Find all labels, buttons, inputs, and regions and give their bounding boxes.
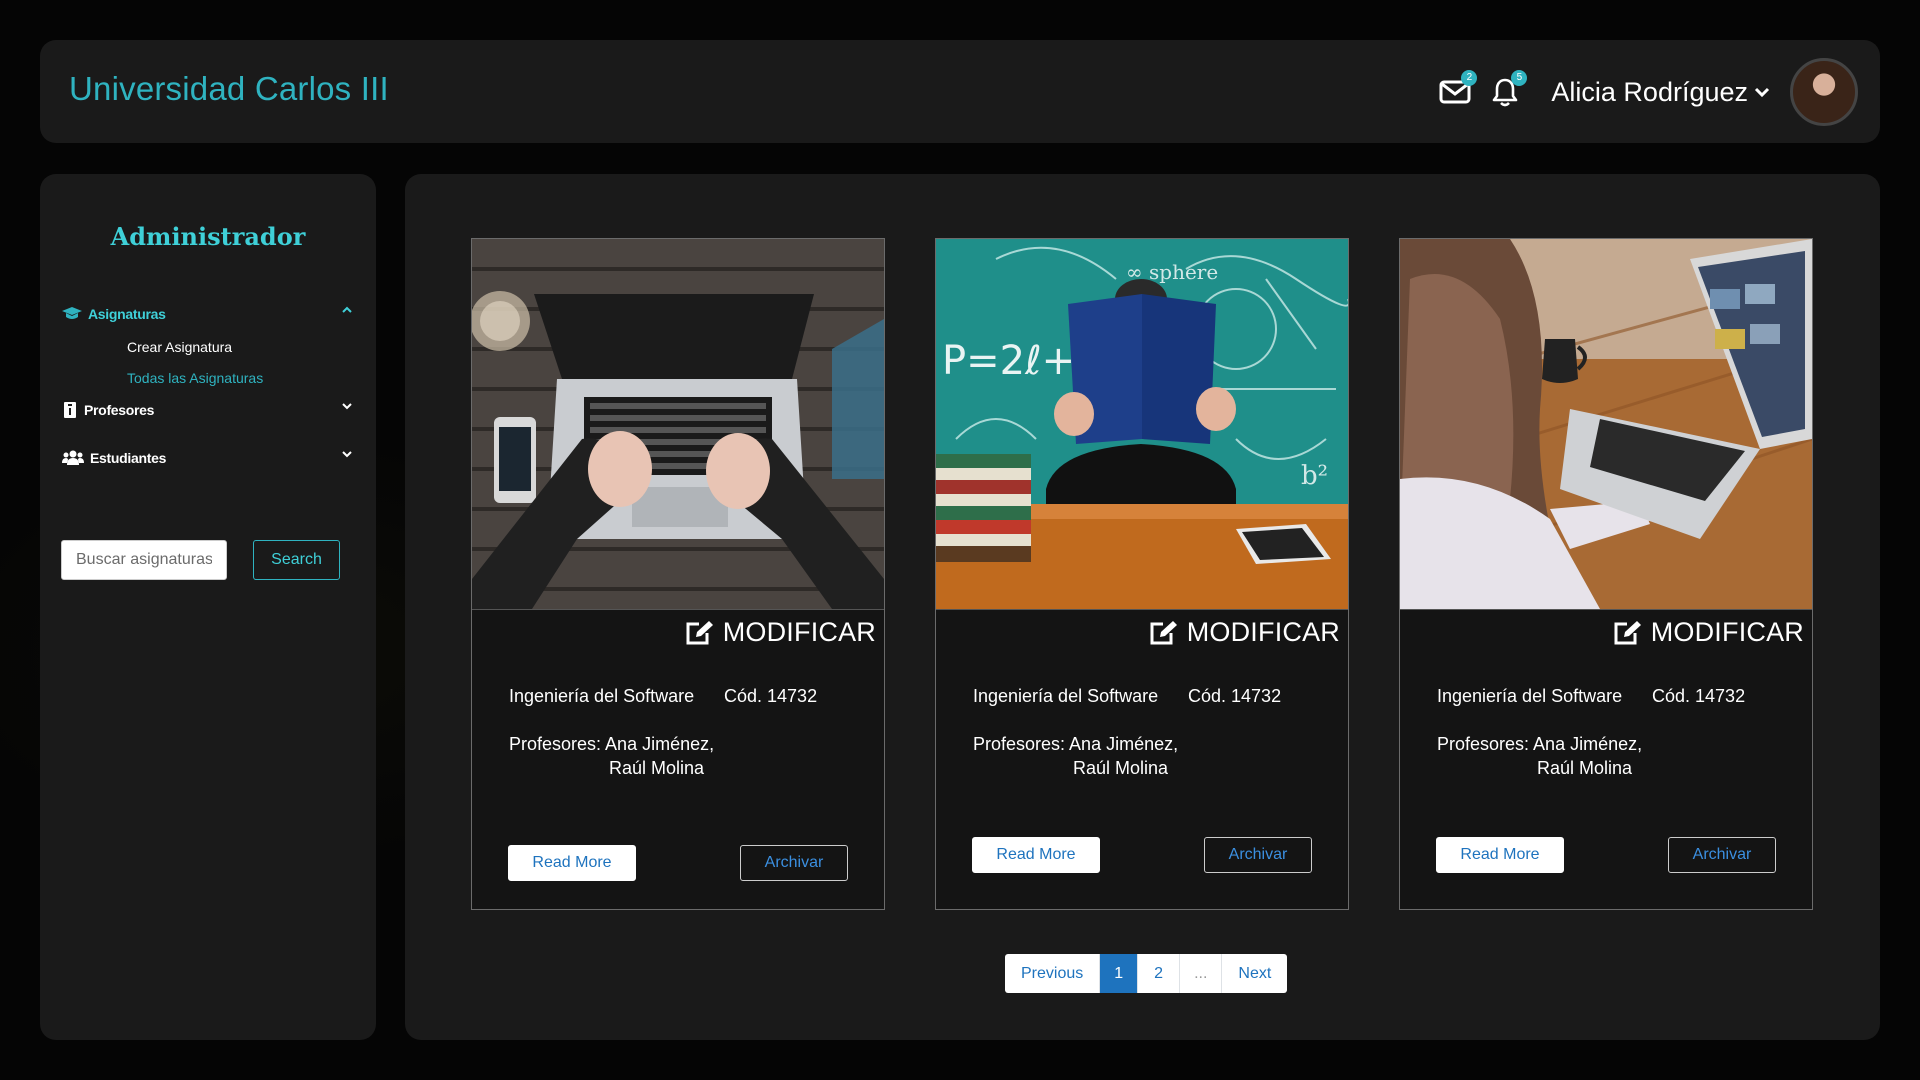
sidebar-subitem-todas-asignaturas[interactable]: Todas las Asignaturas bbox=[127, 370, 263, 386]
search-input[interactable] bbox=[61, 540, 227, 580]
edit-icon bbox=[1614, 620, 1641, 644]
course-professors: Profesores: Ana Jiménez, bbox=[973, 734, 1179, 754]
modify-label: MODIFICAR bbox=[1650, 617, 1804, 647]
course-image bbox=[1400, 239, 1812, 610]
sidebar-item-label: Estudiantes bbox=[90, 450, 167, 466]
chevron-down-icon[interactable] bbox=[1754, 86, 1770, 98]
user-name[interactable]: Alicia Rodríguez bbox=[1551, 77, 1748, 108]
archive-button[interactable]: Archivar bbox=[1668, 837, 1776, 873]
sidebar-item-label: Asignaturas bbox=[88, 306, 166, 322]
archive-button[interactable]: Archivar bbox=[740, 845, 848, 881]
course-professors: Profesores: Ana Jiménez, bbox=[1437, 734, 1643, 754]
course-card: P=2ℓ+ ∞ sphere b² MODIFICAR Ingeniería d… bbox=[935, 238, 1349, 910]
top-navbar: Universidad Carlos III 2 5 Alicia Rodríg… bbox=[40, 40, 1880, 143]
sidebar: Administrador Asignaturas Crear Asignatu… bbox=[40, 174, 376, 1040]
svg-text:b²: b² bbox=[1301, 461, 1328, 491]
edit-icon bbox=[1150, 620, 1177, 644]
users-icon bbox=[62, 450, 84, 465]
sidebar-subitem-crear-asignatura[interactable]: Crear Asignatura bbox=[127, 339, 232, 355]
person-reading-chalkboard-photo: P=2ℓ+ ∞ sphere b² bbox=[936, 239, 1348, 609]
read-more-button[interactable]: Read More bbox=[1436, 837, 1564, 873]
edit-icon bbox=[686, 620, 713, 644]
course-code: Cód. 14732 bbox=[1652, 686, 1746, 706]
modify-label: MODIFICAR bbox=[1186, 617, 1340, 647]
modify-button[interactable]: MODIFICAR bbox=[685, 617, 876, 648]
avatar[interactable] bbox=[1790, 58, 1858, 126]
chevron-down-icon[interactable] bbox=[342, 450, 352, 458]
pagination-previous[interactable]: Previous bbox=[1005, 954, 1101, 993]
woman-laptop-photo bbox=[1400, 239, 1812, 609]
pagination-next[interactable]: Next bbox=[1222, 954, 1287, 993]
graduation-cap-icon bbox=[62, 307, 82, 319]
chevron-up-icon[interactable] bbox=[342, 306, 352, 314]
sidebar-item-label: Profesores bbox=[84, 402, 155, 418]
modify-button[interactable]: MODIFICAR bbox=[1149, 617, 1340, 648]
course-professors-continued: Raúl Molina bbox=[1073, 758, 1169, 778]
course-image bbox=[472, 239, 884, 610]
course-name: Ingeniería del Software bbox=[1437, 686, 1623, 706]
archive-button[interactable]: Archivar bbox=[1204, 837, 1312, 873]
brand-title[interactable]: Universidad Carlos III bbox=[69, 70, 389, 108]
modify-label: MODIFICAR bbox=[722, 617, 876, 647]
course-code: Cód. 14732 bbox=[724, 686, 818, 706]
laptop-typing-photo bbox=[472, 239, 884, 609]
pagination-ellipsis: ... bbox=[1180, 954, 1223, 993]
id-badge-icon bbox=[64, 402, 76, 418]
role-title: Administrador bbox=[110, 222, 306, 251]
bell-badge: 5 bbox=[1511, 70, 1528, 86]
main-content: MODIFICAR Ingeniería del Software Cód. 1… bbox=[405, 174, 1880, 1040]
sidebar-item-profesores[interactable]: Profesores bbox=[62, 398, 352, 422]
course-card: MODIFICAR Ingeniería del Software Cód. 1… bbox=[1399, 238, 1813, 910]
course-name: Ingeniería del Software bbox=[509, 686, 695, 706]
sidebar-item-asignaturas[interactable]: Asignaturas bbox=[62, 302, 352, 326]
mail-notification[interactable]: 2 bbox=[1437, 70, 1478, 110]
modify-button[interactable]: MODIFICAR bbox=[1613, 617, 1804, 648]
course-code: Cód. 14732 bbox=[1188, 686, 1282, 706]
pagination-page-2[interactable]: 2 bbox=[1138, 954, 1181, 993]
chevron-down-icon[interactable] bbox=[342, 402, 352, 410]
course-image: P=2ℓ+ ∞ sphere b² bbox=[936, 239, 1348, 610]
course-name: Ingeniería del Software bbox=[973, 686, 1159, 706]
course-professors-continued: Raúl Molina bbox=[609, 758, 705, 778]
pagination-page-1[interactable]: 1 bbox=[1100, 954, 1139, 993]
sidebar-item-estudiantes[interactable]: Estudiantes bbox=[62, 446, 352, 470]
svg-text:P=2ℓ+: P=2ℓ+ bbox=[942, 338, 1075, 384]
bell-notification[interactable]: 5 bbox=[1487, 70, 1528, 110]
read-more-button[interactable]: Read More bbox=[508, 845, 636, 881]
search-button[interactable]: Search bbox=[253, 540, 340, 580]
course-professors-continued: Raúl Molina bbox=[1537, 758, 1633, 778]
course-card: MODIFICAR Ingeniería del Software Cód. 1… bbox=[471, 238, 885, 910]
mail-badge: 2 bbox=[1461, 70, 1478, 86]
course-professors: Profesores: Ana Jiménez, bbox=[509, 734, 715, 754]
read-more-button[interactable]: Read More bbox=[972, 837, 1100, 873]
user-area: 2 5 Alicia Rodríguez bbox=[1437, 58, 1858, 126]
pagination: Previous 1 2 ... Next bbox=[1005, 954, 1288, 993]
